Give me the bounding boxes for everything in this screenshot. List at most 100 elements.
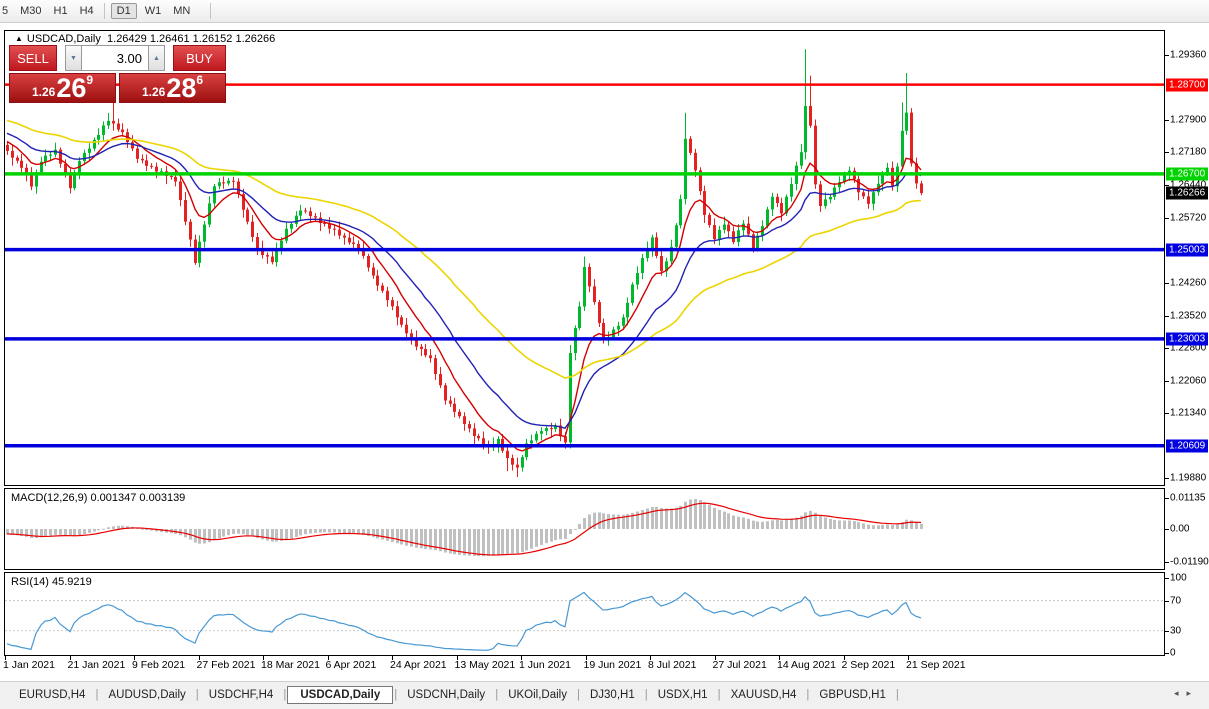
volume-decrease-button[interactable]: ▼ xyxy=(65,45,82,71)
chart-tab-usdcad-daily[interactable]: USDCAD,Daily xyxy=(287,686,394,704)
buy-price-button[interactable]: 1.26 28 6 xyxy=(119,73,226,103)
axis-tick-mark xyxy=(1165,55,1169,57)
rsi-tick-label: 100 xyxy=(1170,572,1187,584)
date-label: 14 Aug 2021 xyxy=(777,659,836,671)
chart-tab-eurusd-h4[interactable]: EURUSD,H4 xyxy=(10,686,94,704)
macd-panel: MACD(12,26,9) 0.001347 0.003139 xyxy=(4,488,1165,570)
timeframe-m30-button[interactable]: M30 xyxy=(14,3,47,19)
chart-tab-bar: EURUSD,H4 | AUDUSD,Daily | USDCHF,H4 | USDCAD,… xyxy=(0,681,1209,709)
tab-scroll-left-icon[interactable]: ◂ xyxy=(1174,688,1187,698)
special-price-label: 1.25003 xyxy=(1166,243,1209,257)
chart-tab-xauusd-h4[interactable]: XAUUSD,H4 xyxy=(722,686,806,704)
ask-price-prefix: 1.26 xyxy=(141,85,166,99)
timeframe-mn-button[interactable]: MN xyxy=(167,3,196,19)
rsi-tick-label: 0 xyxy=(1170,647,1176,659)
tab-separator: | xyxy=(644,689,648,701)
price-tick-label: 1.27900 xyxy=(1170,114,1207,126)
caret-down-icon: ▼ xyxy=(70,54,77,62)
chart-tab-ukoil-daily[interactable]: UKOil,Daily xyxy=(499,686,576,704)
date-label: 9 Feb 2021 xyxy=(132,659,186,671)
symbol-period-label: USDCAD,Daily xyxy=(26,33,101,45)
tab-separator: | xyxy=(806,689,810,701)
rsi-tick-label: 30 xyxy=(1170,625,1182,637)
special-price-label: 1.26700 xyxy=(1166,167,1209,181)
timeframe-m15-button[interactable]: 5 xyxy=(0,3,14,19)
macd-tick-label: 0.00 xyxy=(1170,523,1190,535)
axis-tick-mark xyxy=(1165,497,1169,499)
chart-tab-usdcnh-daily[interactable]: USDCNH,Daily xyxy=(398,686,494,704)
price-tick-label: 1.24260 xyxy=(1170,277,1207,289)
date-label: 24 Apr 2021 xyxy=(390,659,447,671)
special-price-label: 1.20609 xyxy=(1166,439,1209,453)
one-click-trading-widget: SELL ▼ ▲ BUY 1.26269 1.26286 xyxy=(9,45,226,103)
date-label: 21 Jan 2021 xyxy=(67,659,126,671)
axis-tick-mark xyxy=(1165,282,1169,284)
price-tick-label: 1.27180 xyxy=(1170,146,1207,158)
tab-separator: | xyxy=(576,689,580,701)
price-tick-label: 1.29360 xyxy=(1170,49,1207,61)
axis-tick-mark xyxy=(1165,217,1169,219)
price-tick-label: 1.23520 xyxy=(1170,310,1207,322)
volume-input[interactable] xyxy=(82,45,148,71)
axis-tick-mark xyxy=(1165,653,1169,655)
date-label: 27 Jul 2021 xyxy=(712,659,767,671)
chart-tab-usdx-h1[interactable]: USDX,H1 xyxy=(649,686,717,704)
sell-price-button[interactable]: 1.26 26 9 xyxy=(9,73,116,103)
date-label: 8 Jul 2021 xyxy=(648,659,697,671)
axis-tick-mark xyxy=(1165,381,1169,382)
date-label: 1 Jun 2021 xyxy=(519,659,571,671)
date-label: 2 Sep 2021 xyxy=(841,659,896,671)
timeframe-toolbar: 5 M30 H1 H4 D1 W1 MN xyxy=(0,0,1209,23)
price-tick-label: 1.22060 xyxy=(1170,375,1207,387)
bid-price-big: 26 xyxy=(56,73,87,103)
tab-scroll-arrows[interactable]: ◂▸ xyxy=(1174,688,1199,699)
chart-tab-audusd-daily[interactable]: AUDUSD,Daily xyxy=(99,686,194,704)
caret-up-icon: ▲ xyxy=(153,54,160,62)
special-price-label: 1.28700 xyxy=(1166,78,1209,92)
rsi-panel: RSI(14) 45.9219 xyxy=(4,572,1165,656)
axis-tick-mark xyxy=(1165,578,1169,579)
special-price-label: 1.26266 xyxy=(1166,186,1209,200)
date-label: 19 Jun 2021 xyxy=(583,659,642,671)
rsi-canvas[interactable] xyxy=(5,573,1164,655)
date-label: 21 Sep 2021 xyxy=(906,659,966,671)
chart-tab-gbpusd-h1[interactable]: GBPUSD,H1 xyxy=(810,686,894,704)
tab-separator: | xyxy=(717,689,721,701)
tab-separator: | xyxy=(495,689,499,701)
macd-label: MACD(12,26,9) 0.001347 0.003139 xyxy=(11,492,186,504)
chart-tab-dj30-h1[interactable]: DJ30,H1 xyxy=(581,686,644,704)
rsi-label: RSI(14) 45.9219 xyxy=(11,576,92,588)
axis-tick-mark xyxy=(1165,347,1169,349)
ohlc-values: 1.26429 1.26461 1.26152 1.26266 xyxy=(107,33,276,45)
chart-tab-usdchf-h4[interactable]: USDCHF,H4 xyxy=(200,686,283,704)
collapse-trade-panel-icon[interactable]: ▲ xyxy=(15,34,23,43)
timeframe-h1-button[interactable]: H1 xyxy=(48,3,74,19)
price-tick-label: 1.21340 xyxy=(1170,407,1207,419)
rsi-tick-label: 70 xyxy=(1170,595,1182,607)
toolbar-separator xyxy=(103,3,105,19)
axis-tick-mark xyxy=(1165,600,1169,602)
bid-price-sup: 9 xyxy=(86,73,94,87)
axis-tick-mark xyxy=(1165,315,1169,317)
volume-increase-button[interactable]: ▲ xyxy=(148,45,165,71)
tab-separator: | xyxy=(195,689,199,701)
date-label: 6 Apr 2021 xyxy=(325,659,377,671)
timeframe-d1-button[interactable]: D1 xyxy=(110,3,137,19)
date-label: 1 Jan 2021 xyxy=(3,659,55,671)
sell-button[interactable]: SELL xyxy=(9,45,57,71)
axis-tick-mark xyxy=(1165,152,1169,154)
bid-price-prefix: 1.26 xyxy=(31,85,56,99)
ask-price-sup: 6 xyxy=(196,73,204,87)
tab-scroll-right-icon[interactable]: ▸ xyxy=(1186,688,1199,698)
axis-tick-mark xyxy=(1165,120,1169,122)
tab-separator: | xyxy=(95,689,99,701)
timeframe-h4-button[interactable]: H4 xyxy=(74,3,100,19)
tab-separator: | xyxy=(895,689,899,701)
mt4-window: 5 M30 H1 H4 D1 W1 MN ▲ USDCAD,Daily 1.264… xyxy=(0,0,1209,709)
timeframe-w1-button[interactable]: W1 xyxy=(139,3,168,19)
price-tick-label: 1.19880 xyxy=(1170,472,1207,484)
price-chart-panel: ▲ USDCAD,Daily 1.26429 1.26461 1.26152 1.… xyxy=(4,30,1165,486)
ask-price-big: 28 xyxy=(166,73,197,103)
buy-button[interactable]: BUY xyxy=(173,45,226,71)
axis-tick-mark xyxy=(1165,630,1169,632)
